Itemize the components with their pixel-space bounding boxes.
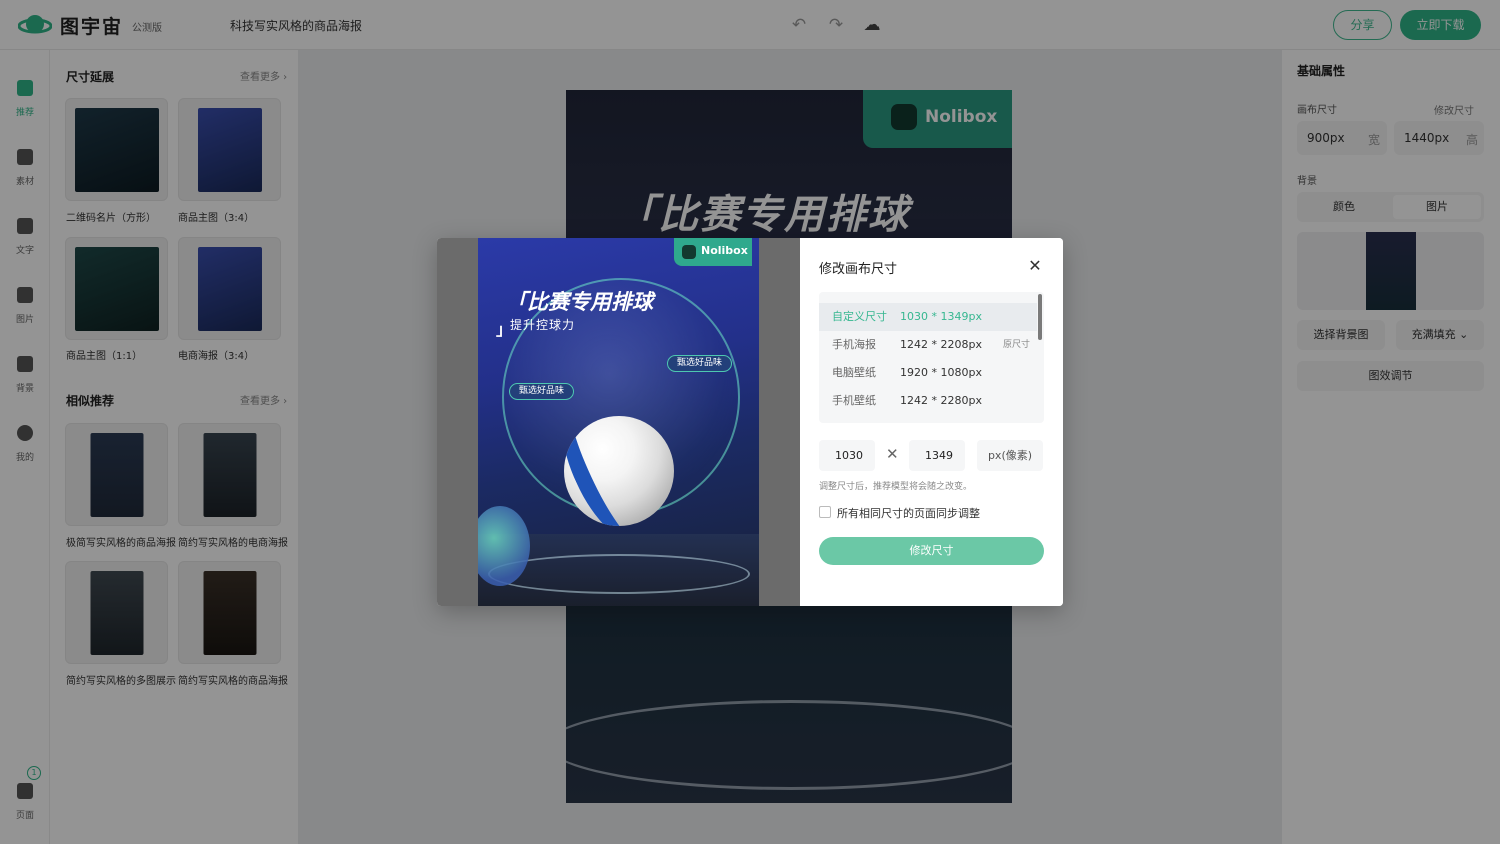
size-preset-list: 自定义尺寸 1030 * 1349px 手机海报 1242 * 2208px 原…: [819, 292, 1044, 423]
preview-logo-text: Nolibox: [701, 244, 748, 257]
preview-poster: Nolibox 「比赛专用排球 」 提升控球力 甄选好品味 甄选好品味: [478, 238, 759, 606]
sync-pages-label[interactable]: 所有相同尺寸的页面同步调整: [837, 505, 980, 521]
close-icon[interactable]: ✕: [1026, 257, 1044, 275]
size-option-desktop-wallpaper[interactable]: 电脑壁纸 1920 * 1080px: [819, 359, 1037, 387]
size-dimensions: 1242 * 2208px: [900, 338, 982, 351]
size-option-custom[interactable]: 自定义尺寸 1030 * 1349px: [819, 303, 1037, 331]
sync-pages-checkbox[interactable]: [819, 506, 831, 518]
resize-preview: Nolibox 「比赛专用排球 」 提升控球力 甄选好品味 甄选好品味: [437, 238, 800, 606]
resize-canvas-dialog: Nolibox 「比赛专用排球 」 提升控球力 甄选好品味 甄选好品味 修改画布…: [437, 238, 1063, 606]
resize-form: 修改画布尺寸 ✕ 自定义尺寸 1030 * 1349px 手机海报 1242 *…: [800, 238, 1063, 606]
size-option-phone-poster[interactable]: 手机海报 1242 * 2208px 原尺寸: [819, 331, 1037, 359]
multiply-icon: ✕: [886, 445, 899, 463]
preview-title: 「比赛专用排球: [506, 290, 653, 314]
size-option-phone-wallpaper[interactable]: 手机壁纸 1242 * 2280px: [819, 387, 1037, 415]
preview-subtitle: 提升控球力: [510, 318, 576, 332]
list-scrollbar[interactable]: [1038, 294, 1042, 340]
original-size-tag: 原尺寸: [1003, 340, 1031, 350]
size-dimensions: 1030 * 1349px: [900, 310, 982, 323]
dialog-title: 修改画布尺寸: [819, 262, 898, 277]
apply-size-button[interactable]: 修改尺寸: [819, 537, 1044, 565]
size-name: 电脑壁纸: [832, 366, 876, 379]
size-dimensions: 1920 * 1080px: [900, 366, 982, 379]
resize-hint: 调整尺寸后，推荐模型将会随之改变。: [819, 482, 973, 492]
preview-logo: Nolibox: [674, 238, 752, 266]
preview-badge: 甄选好品味: [509, 383, 575, 400]
preview-badge: 甄选好品味: [667, 355, 733, 372]
size-name: 自定义尺寸: [832, 310, 887, 323]
size-name: 手机海报: [832, 338, 876, 351]
size-name: 手机壁纸: [832, 394, 876, 407]
height-input[interactable]: 1349: [909, 440, 965, 471]
size-dimensions: 1242 * 2280px: [900, 394, 982, 407]
nolibox-logo-icon: [682, 245, 696, 259]
unit-select[interactable]: px(像素): [977, 440, 1043, 471]
volleyball-image: [564, 416, 674, 526]
width-input[interactable]: 1030: [819, 440, 875, 471]
